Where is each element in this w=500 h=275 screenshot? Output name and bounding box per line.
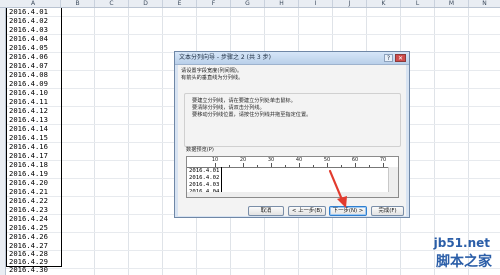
cell-a15[interactable]: 2016.4.15 [9,134,48,142]
finish-button[interactable]: 完成(F) [371,206,404,216]
cell-a16[interactable]: 2016.4.16 [9,143,48,151]
cell-a24[interactable]: 2016.4.24 [9,215,48,223]
column-header-n[interactable]: N [469,0,500,7]
preview-horizontal-scrollbar[interactable] [187,192,390,197]
grid-line [6,232,500,233]
cell-a20[interactable]: 2016.4.20 [9,179,48,187]
cell-a4[interactable]: 2016.4.04 [9,35,48,43]
cell-a22[interactable]: 2016.4.22 [9,197,48,205]
back-button[interactable]: < 上一步(B) [288,206,326,216]
cell-a14[interactable]: 2016.4.14 [9,125,48,133]
data-preview[interactable]: 10 20 30 40 50 60 70 2016.4.01 2016.4.02… [186,156,399,198]
column-header-l[interactable]: L [401,0,435,7]
column-header-c[interactable]: C [95,0,129,7]
ruler-tick [243,163,244,167]
cell-a23[interactable]: 2016.4.23 [9,206,48,214]
cell-a5[interactable]: 2016.4.05 [9,44,48,52]
ruler-tick [313,165,314,167]
cell-a19[interactable]: 2016.4.19 [9,170,48,178]
column-header-b[interactable]: B [61,0,95,7]
preview-row: 2016.4.01 [189,168,220,174]
cell-a25[interactable]: 2016.4.25 [9,224,48,232]
data-preview-label: 数据预览(P) [186,147,214,153]
ruler-tick [215,163,216,167]
ruler-tick [285,165,286,167]
instruction-create: 要建立分列线，请在要建立分列处单击鼠标。 [192,98,296,104]
cell-a12[interactable]: 2016.4.12 [9,107,48,115]
dialog-title: 文本分列向导 - 步骤之 2 (共 3 步) [179,54,271,61]
help-button[interactable]: ? [384,54,393,62]
grid-line [6,250,500,251]
cell-a1[interactable]: 2016.4.01 [9,8,48,16]
cell-a18[interactable]: 2016.4.18 [9,161,48,169]
dialog-titlebar[interactable]: 文本分列向导 - 步骤之 2 (共 3 步) ? ✕ [175,52,409,65]
intro-line-1: 请设置字段宽度(列间隔)。 [181,68,243,74]
ruler-tick [355,163,356,167]
ruler-tick [327,163,328,167]
ruler-tick [229,165,230,167]
column-header-m[interactable]: M [435,0,469,7]
cell-a8[interactable]: 2016.4.08 [9,71,48,79]
column-headers: A B C D E F G H I J K L M N [0,0,500,8]
instruction-clear: 要清除分列线，请双击分列线。 [192,105,265,111]
intro-line-2: 有箭头的垂直线为分列线。 [181,75,244,81]
next-button[interactable]: 下一步(N) > [329,206,367,216]
cell-a13[interactable]: 2016.4.13 [9,116,48,124]
close-button[interactable]: ✕ [395,54,406,62]
text-to-columns-dialog: 文本分列向导 - 步骤之 2 (共 3 步) ? ✕ 请设置字段宽度(列间隔)。… [174,51,410,218]
cell-a9[interactable]: 2016.4.09 [9,80,48,88]
ruler-tick [271,163,272,167]
column-header-d[interactable]: D [129,0,163,7]
ruler-tick [383,163,384,167]
column-header-h[interactable]: H [265,0,299,7]
column-header-e[interactable]: E [163,0,197,7]
cell-a21[interactable]: 2016.4.21 [9,188,48,196]
cell-a30[interactable]: 2016.4.30 [9,266,48,274]
cell-a2[interactable]: 2016.4.02 [9,17,48,25]
column-header-a[interactable]: A [6,0,61,7]
preview-row: 2016.4.02 [189,175,220,181]
column-header-k[interactable]: K [367,0,401,7]
preview-row: 2016.4.03 [189,182,220,188]
cancel-button[interactable]: 取消 [248,206,284,216]
cell-a6[interactable]: 2016.4.06 [9,53,48,61]
cell-a26[interactable]: 2016.4.26 [9,233,48,241]
watermark-site-name: 脚本之家 [436,254,492,270]
cell-a3[interactable]: 2016.4.03 [9,26,48,34]
ruler-tick [257,165,258,167]
cell-a17[interactable]: 2016.4.17 [9,152,48,160]
grid-line [6,34,500,35]
grid-line [6,268,500,269]
ruler-tick [369,165,370,167]
column-ruler[interactable]: 10 20 30 40 50 60 70 [187,157,390,168]
cell-a10[interactable]: 2016.4.10 [9,89,48,97]
column-header-f[interactable]: F [197,0,231,7]
column-header-g[interactable]: G [231,0,265,7]
ruler-tick [341,165,342,167]
column-header-i[interactable]: I [299,0,333,7]
instruction-move: 要移动分列线位置，请按住分列线并拖至指定位置。 [192,112,312,118]
ruler-tick [299,163,300,167]
column-header-j[interactable]: J [333,0,367,7]
cell-a11[interactable]: 2016.4.11 [9,98,48,106]
grid-line [6,16,500,17]
dialog-body: 请设置字段宽度(列间隔)。 有箭头的垂直线为分列线。 要建立分列线，请在要建立分… [178,65,406,216]
watermark-domain: jb51.net [433,236,490,250]
cell-a7[interactable]: 2016.4.07 [9,62,48,70]
